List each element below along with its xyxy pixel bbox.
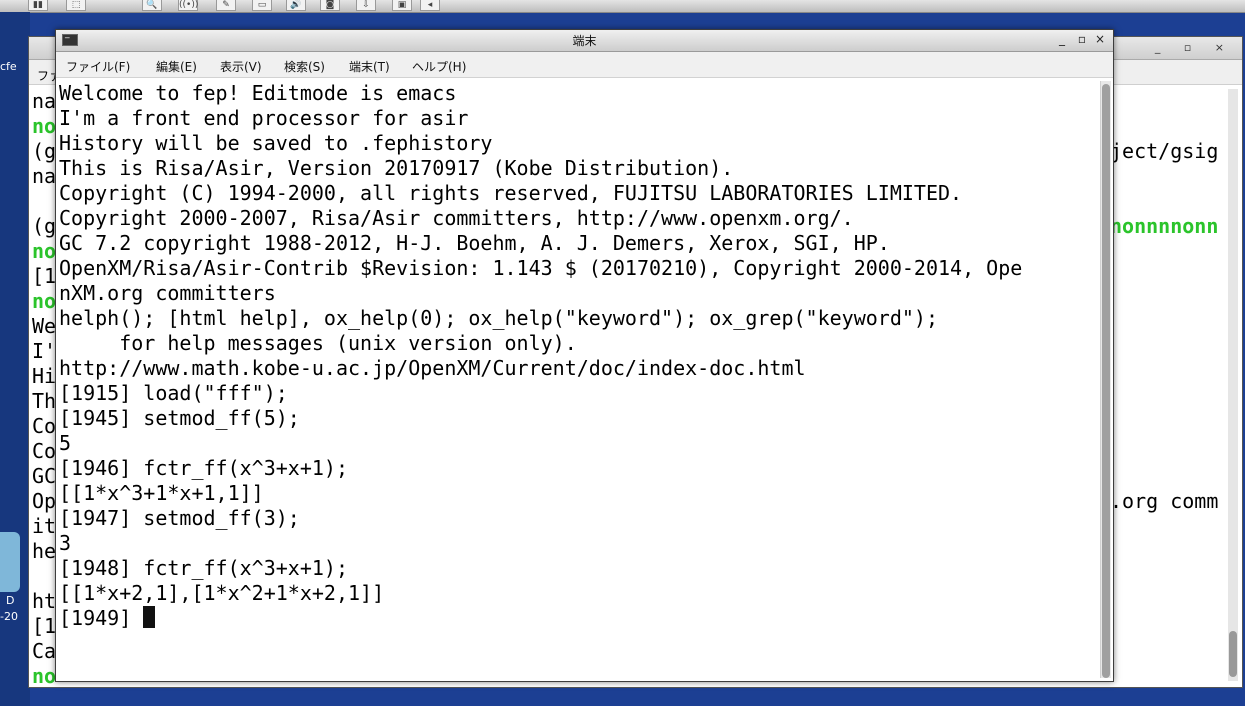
background-line: he [32, 539, 57, 563]
terminal-line: This is Risa/Asir, Version 20170917 (Kob… [59, 156, 734, 180]
panel-button[interactable]: ▣ [392, 0, 412, 11]
terminal-line: 3 [59, 531, 72, 555]
background-scrollbar[interactable] [1228, 89, 1238, 681]
terminal-line: [1945] setmod_ff(5); [59, 406, 300, 430]
background-line: na [32, 164, 57, 188]
background-line: (g [32, 139, 57, 163]
top-panel: ▮▮ ⬚ 🔍 ((•)) ✎ ▭ 🔊 ◙ ⇩ ▣ ◂ [0, 0, 1245, 13]
terminal-line: [1947] setmod_ff(3); [59, 506, 300, 530]
background-line: na [32, 89, 57, 113]
background-line: Ca [32, 639, 57, 663]
background-line [32, 564, 56, 589]
desktop-edge-text: cfe [0, 60, 17, 73]
background-right-fragment: ject/gsig [1110, 139, 1219, 163]
terminal-line: 5 [59, 431, 72, 455]
panel-button[interactable]: 🔊 [286, 0, 306, 11]
panel-button[interactable]: ▭ [252, 0, 272, 11]
window-title: 端末 [572, 34, 597, 48]
background-line: Th [32, 389, 57, 413]
terminal-window[interactable]: 端末 _ ▫ × ファイル(F) 編集(E) 表示(V) 検索(S) 端末(T)… [55, 29, 1114, 682]
background-right-fragment: nonnnnonn [1110, 214, 1219, 238]
panel-button[interactable]: ◂ [420, 0, 440, 11]
terminal-line: helph(); [html help], ox_help(0); ox_hel… [59, 306, 938, 330]
panel-button[interactable]: ◙ [320, 0, 340, 11]
title-bar[interactable]: 端末 _ ▫ × [56, 29, 1113, 52]
menu-bar: ファイル(F) 編集(E) 表示(V) 検索(S) 端末(T) ヘルプ(H) [56, 52, 1113, 78]
terminal-line: [1948] fctr_ff(x^3+x+1); [59, 556, 348, 580]
background-line: it [32, 514, 57, 538]
desktop-launcher-icon[interactable] [0, 532, 20, 592]
background-line: [1 [32, 614, 57, 638]
terminal-line: GC 7.2 copyright 1988-2012, H-J. Boehm, … [59, 231, 890, 255]
desktop-icon-label: D [6, 594, 15, 607]
panel-button[interactable]: 🔍 [142, 0, 162, 11]
terminal-line: I'm a front end processor for asir [59, 106, 469, 130]
panel-button[interactable]: ((•)) [178, 0, 198, 11]
menu-edit[interactable]: 編集(E) [156, 58, 197, 75]
terminal-scrollbar[interactable] [1100, 81, 1111, 678]
panel-button[interactable]: ✎ [216, 0, 236, 11]
desktop-icon-label-2: -20 [0, 610, 18, 623]
background-line: We [32, 314, 57, 338]
terminal-line: [1915] load("fff"); [59, 381, 288, 405]
background-line: [1 [32, 264, 57, 288]
terminal-line: History will be saved to .fephistory [59, 131, 493, 155]
background-line: Hi [32, 364, 57, 388]
background-scrollbar-thumb[interactable] [1229, 631, 1237, 677]
background-line: ht [32, 589, 57, 613]
prompt: [1949] [59, 606, 132, 630]
background-line: (g [32, 214, 57, 238]
background-line: no [32, 239, 57, 263]
menu-view[interactable]: 表示(V) [220, 58, 262, 75]
background-window-controls[interactable]: _ ▫ × [1155, 41, 1234, 54]
background-line: Op [32, 489, 57, 513]
background-line: no [32, 289, 57, 313]
terminal-line: for help messages (unix version only). [59, 331, 577, 355]
background-right-fragment: .org comm [1110, 489, 1219, 513]
terminal-line: [1946] fctr_ff(x^3+x+1); [59, 456, 348, 480]
terminal-line: [[1*x+2,1],[1*x^2+1*x+2,1]] [59, 581, 385, 605]
background-line [32, 189, 56, 214]
terminal-line: OpenXM/Risa/Asir-Contrib $Revision: 1.14… [59, 256, 1023, 280]
background-line: I' [32, 339, 57, 363]
background-line: no [32, 114, 57, 138]
terminal-line: http://www.math.kobe-u.ac.jp/OpenXM/Curr… [59, 356, 806, 380]
prompt-line[interactable]: [1949] [59, 606, 1099, 631]
menu-file[interactable]: ファイル(F) [66, 58, 130, 75]
minimize-button[interactable]: _ [1055, 32, 1069, 46]
background-bottom-line: no [32, 664, 57, 688]
background-line: GC [32, 464, 57, 488]
terminal-line: nXM.org committers [59, 281, 276, 305]
maximize-button[interactable]: ▫ [1075, 32, 1089, 46]
terminal-output[interactable]: Welcome to fep! Editmode is emacs I'm a f… [59, 81, 1099, 678]
menu-help[interactable]: ヘルプ(H) [412, 58, 466, 75]
panel-button[interactable]: ⬚ [66, 0, 86, 11]
scrollbar-thumb[interactable] [1102, 84, 1110, 678]
background-line: Co [32, 414, 57, 438]
close-button[interactable]: × [1093, 32, 1107, 46]
text-cursor [143, 606, 156, 628]
terminal-line: Welcome to fep! Editmode is emacs [59, 81, 457, 105]
panel-button[interactable]: ▮▮ [28, 0, 48, 11]
terminal-line: Copyright 2000-2007, Risa/Asir committer… [59, 206, 854, 230]
terminal-line: Copyright (C) 1994-2000, all rights rese… [59, 181, 963, 205]
menu-terminal[interactable]: 端末(T) [349, 58, 390, 75]
desktop-left-strip: cfe D -20 [0, 12, 30, 706]
menu-search[interactable]: 検索(S) [284, 58, 325, 75]
background-line: Co [32, 439, 57, 463]
terminal-line: [[1*x^3+1*x+1,1]] [59, 481, 264, 505]
panel-button[interactable]: ⇩ [356, 0, 376, 11]
background-terminal-text: na no (g na (g no [1 no We I' Hi Th Co Co GC Op it he ht [1… [32, 89, 56, 664]
